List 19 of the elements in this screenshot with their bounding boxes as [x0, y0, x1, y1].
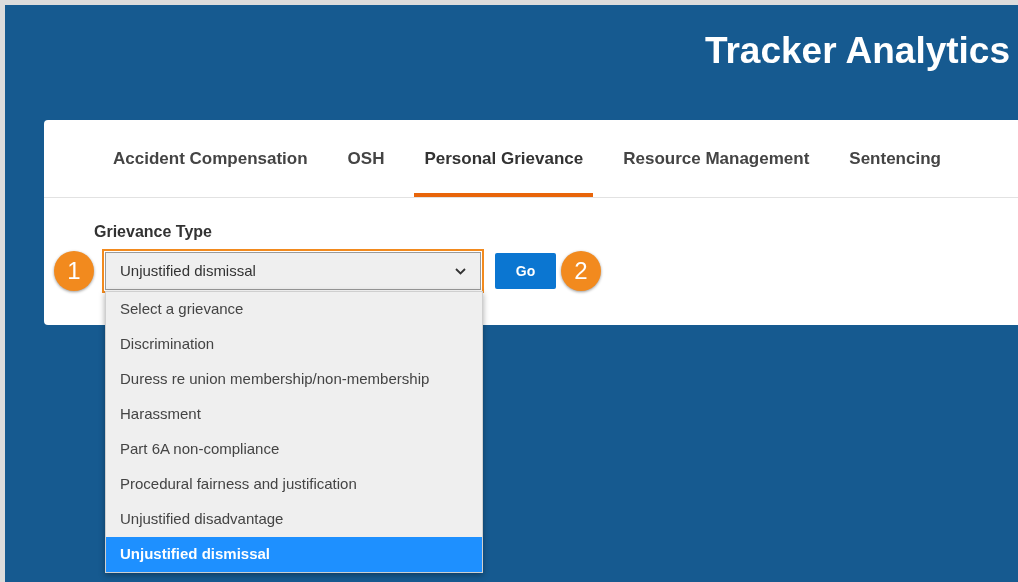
- dropdown-option[interactable]: Select a grievance: [106, 292, 482, 327]
- dropdown-option[interactable]: Discrimination: [106, 327, 482, 362]
- tab[interactable]: OSH: [337, 120, 395, 197]
- tab[interactable]: Personal Grievance: [414, 120, 594, 197]
- dropdown-option[interactable]: Harassment: [106, 397, 482, 432]
- dropdown-option[interactable]: Part 6A non-compliance: [106, 432, 482, 467]
- go-button[interactable]: Go: [495, 253, 556, 289]
- page-title: Tracker Analytics: [704, 31, 1011, 71]
- tab[interactable]: Accident Compensation: [103, 120, 318, 197]
- field-label: Grievance Type: [94, 222, 212, 242]
- tab[interactable]: Resource Management: [613, 120, 820, 197]
- chevron-down-icon: [455, 267, 466, 275]
- dropdown-option[interactable]: Duress re union membership/non-membership: [106, 362, 482, 397]
- dropdown-option[interactable]: Procedural fairness and justification: [106, 467, 482, 502]
- tab[interactable]: Sentencing: [839, 120, 951, 197]
- grievance-type-select[interactable]: Unjustified dismissal: [105, 252, 481, 290]
- step-number-badge: 2: [561, 251, 601, 291]
- step-number-badge: 1: [54, 251, 94, 291]
- dropdown-option[interactable]: Unjustified disadvantage: [106, 502, 482, 537]
